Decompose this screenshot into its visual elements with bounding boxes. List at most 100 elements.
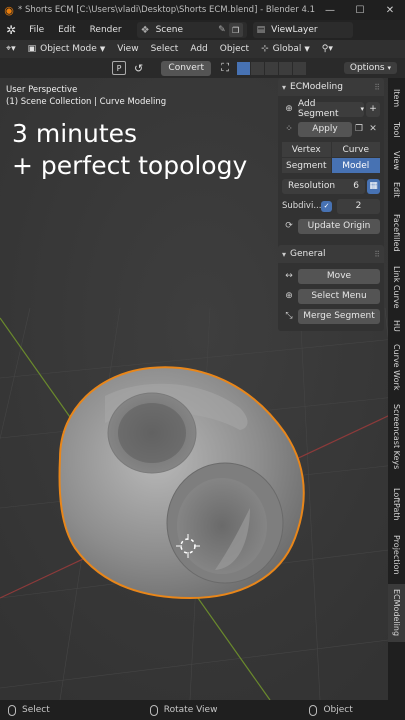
- apply-button[interactable]: Apply: [298, 121, 352, 137]
- chevron-down-icon: ▼: [304, 45, 310, 53]
- move-button[interactable]: Move: [298, 268, 380, 284]
- select-menu-icon: ⊕: [285, 291, 293, 301]
- select-intersect-icon[interactable]: [292, 61, 306, 75]
- editor-type-icon[interactable]: ⌖▾: [0, 44, 22, 54]
- mode-label: Object Mode: [40, 44, 97, 54]
- tab-ecmodeling-label: ECModeling: [392, 589, 401, 637]
- sidebar-panel: ▾ ECModeling ⠿ ⊕ Add Segment ▾ + ⁘ Apply…: [278, 78, 384, 331]
- merge-segment-button[interactable]: Merge Segment: [298, 308, 380, 324]
- add-segment-label: Add Segment: [298, 99, 339, 119]
- convert-button[interactable]: Convert: [161, 60, 212, 76]
- scene-selector[interactable]: ❖ Scene ✎ ❐: [136, 22, 247, 38]
- scene-icon: ❖: [140, 24, 150, 36]
- options-dropdown[interactable]: Options ▾: [343, 62, 397, 74]
- select-box-icon[interactable]: [236, 61, 250, 75]
- tab-screencast-keys[interactable]: Screencast Keys: [388, 398, 405, 476]
- tab-tool[interactable]: Tool: [388, 116, 405, 144]
- collection-label: (1) Scene Collection | Curve Modeling: [6, 97, 167, 107]
- curve-toggle[interactable]: Curve: [331, 142, 380, 157]
- model-toggle[interactable]: Model: [331, 158, 380, 173]
- tab-hu-label: HU: [392, 320, 401, 332]
- blender-menu-icon[interactable]: ✲: [0, 23, 22, 37]
- subdivision-checkbox[interactable]: ✓: [321, 200, 332, 212]
- selection-mode-buttons: [236, 61, 306, 75]
- ecmodeling-panel-header[interactable]: ▾ ECModeling ⠿: [278, 78, 384, 96]
- resolution-field[interactable]: Resolution 6: [282, 178, 365, 194]
- caption-line-1: 3 minutes: [12, 119, 138, 148]
- resolution-grid-icon[interactable]: ▦: [367, 178, 380, 194]
- select-menu-button[interactable]: Select Menu: [298, 288, 380, 304]
- subdivision-value[interactable]: 2: [337, 198, 380, 214]
- tab-link-curve[interactable]: Link Curve: [388, 264, 405, 310]
- window-title: * Shorts ECM [C:\Users\vladi\Desktop\Sho…: [18, 5, 315, 15]
- tab-ecmodeling[interactable]: ECModeling: [388, 584, 405, 642]
- mouse-left-icon: [8, 704, 16, 716]
- menu-edit[interactable]: Edit: [51, 25, 82, 35]
- select-extend-icon[interactable]: [250, 61, 264, 75]
- update-origin-button[interactable]: Update Origin: [298, 218, 380, 234]
- video-caption: 3 minutes + perfect topology: [12, 118, 247, 182]
- subdivision-label: Subdivi...: [282, 201, 322, 211]
- tool-header: P ↺ Convert ⛶ Options ▾: [0, 58, 405, 78]
- sidebar-tab-strip: Item Tool View Edit Facefilled Link Curv…: [388, 78, 405, 700]
- resolution-value: 6: [353, 181, 359, 191]
- close-icon[interactable]: ✕: [366, 124, 380, 134]
- snap-icon[interactable]: ⚲▾: [316, 44, 339, 54]
- viewlayer-name: ViewLayer: [271, 25, 318, 35]
- tab-facefilled[interactable]: Facefilled: [388, 208, 405, 258]
- add-plus-button[interactable]: +: [366, 101, 380, 117]
- tab-loftpath[interactable]: LoftPath: [388, 482, 405, 526]
- menu-view[interactable]: View: [111, 44, 144, 54]
- menu-add[interactable]: Add: [184, 44, 213, 54]
- orientation-dropdown[interactable]: ⊹ Global ▼: [255, 44, 316, 54]
- add-segment-icon: ⊕: [285, 104, 293, 114]
- tab-facefilled-label: Facefilled: [392, 214, 401, 252]
- pin-icon[interactable]: ✎: [218, 25, 226, 35]
- add-segment-dropdown[interactable]: Add Segment ▾: [298, 99, 364, 119]
- 3d-viewport[interactable]: User Perspective (1) Scene Collection | …: [0, 78, 405, 700]
- tab-item[interactable]: Item: [388, 84, 405, 112]
- drag-handle-icon[interactable]: ⠿: [374, 250, 380, 259]
- tab-projection[interactable]: Projection: [388, 532, 405, 578]
- copy-icon[interactable]: ❐: [352, 124, 366, 134]
- tab-curve-work[interactable]: Curve Work: [388, 342, 405, 392]
- object-mode-icon: ▣: [27, 44, 37, 54]
- tab-hu[interactable]: HU: [388, 316, 405, 336]
- chevron-down-icon: ▼: [99, 45, 106, 53]
- viewport-info-overlay: User Perspective (1) Scene Collection | …: [6, 84, 166, 108]
- mode-toggle-grid: Vertex Curve Segment Model: [282, 142, 380, 173]
- title-bar: ◉ * Shorts ECM [C:\Users\vladi\Desktop\S…: [0, 0, 405, 20]
- mode-dropdown[interactable]: ▣ Object Mode ▼: [22, 44, 112, 54]
- chevron-down-icon: ▾: [282, 82, 287, 92]
- menu-select[interactable]: Select: [145, 44, 185, 54]
- minimize-button[interactable]: —: [315, 5, 345, 16]
- transform-icon: ⊹: [261, 44, 269, 54]
- perspective-label: User Perspective: [6, 85, 78, 95]
- tab-link-curve-label: Link Curve: [392, 265, 401, 309]
- viewport-header: ⌖▾ ▣ Object Mode ▼ View Select Add Objec…: [0, 40, 405, 58]
- chevron-down-icon: ▾: [282, 249, 287, 259]
- scene-name: Scene: [155, 25, 184, 35]
- drag-handle-icon[interactable]: ⠿: [374, 83, 380, 92]
- select-subtract-icon[interactable]: [264, 61, 278, 75]
- maximize-button[interactable]: ☐: [345, 5, 375, 16]
- transform-pivot-icon[interactable]: ⛶: [221, 61, 229, 75]
- status-bar: Select Rotate View Object: [0, 700, 405, 720]
- tab-edit[interactable]: Edit: [388, 178, 405, 202]
- menu-render[interactable]: Render: [83, 25, 129, 35]
- general-panel-header[interactable]: ▾ General ⠿: [278, 245, 384, 263]
- segment-toggle[interactable]: Segment: [282, 158, 331, 173]
- copy-scene-icon[interactable]: ❐: [228, 23, 243, 37]
- viewlayer-selector[interactable]: ▤ ViewLayer: [252, 22, 353, 38]
- status-select: Select: [22, 705, 50, 715]
- tab-view[interactable]: View: [388, 146, 405, 174]
- key-p-button[interactable]: P: [112, 61, 126, 75]
- options-label: Options: [349, 63, 385, 73]
- close-button[interactable]: ✕: [375, 5, 405, 16]
- menu-object[interactable]: Object: [214, 44, 255, 54]
- vertex-toggle[interactable]: Vertex: [282, 142, 331, 157]
- undo-arrow-icon[interactable]: ↺: [134, 62, 143, 75]
- menu-file[interactable]: File: [22, 25, 51, 35]
- orientation-label: Global: [272, 44, 302, 54]
- select-invert-icon[interactable]: [278, 61, 292, 75]
